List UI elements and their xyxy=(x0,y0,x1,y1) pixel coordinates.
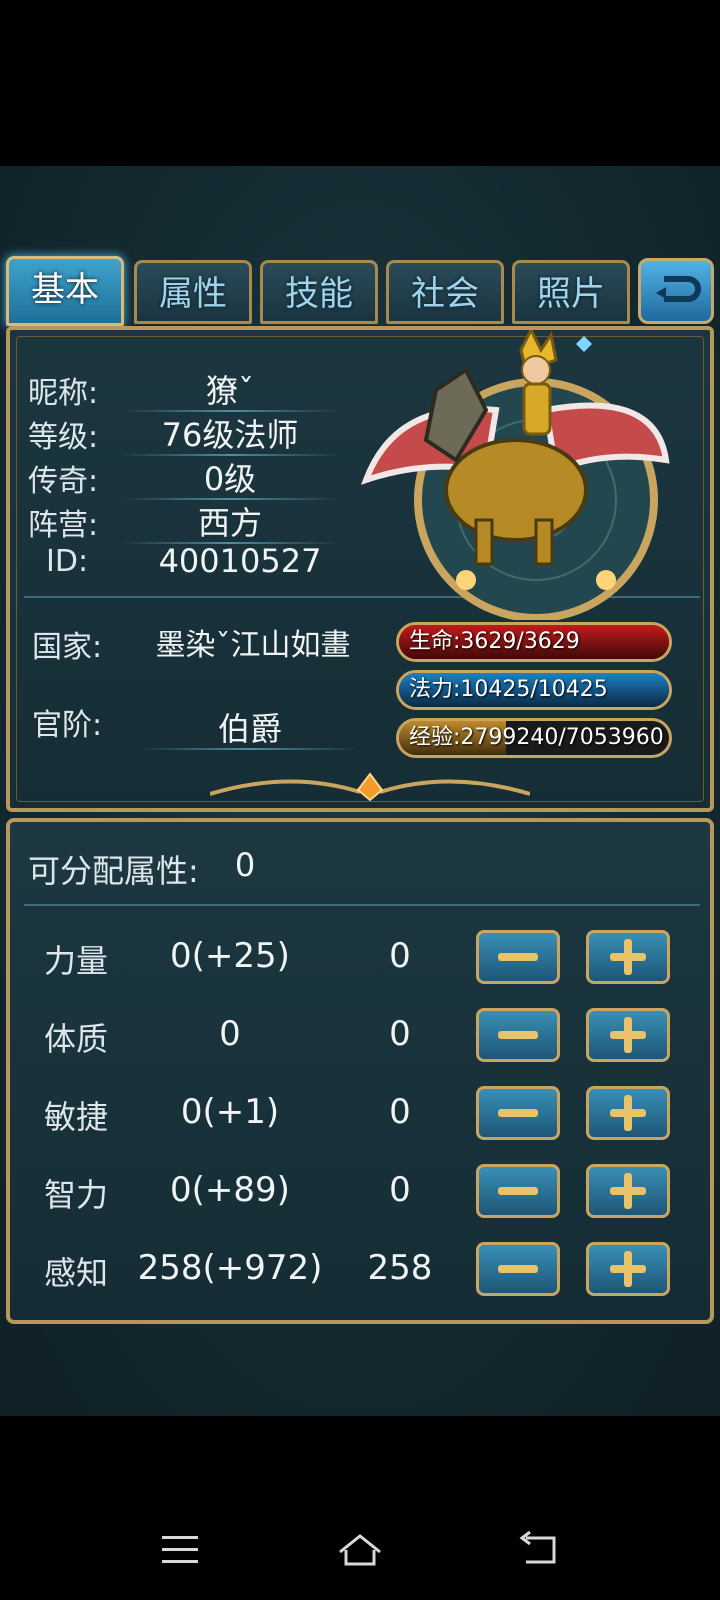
nickname-label: 昵称: xyxy=(28,376,99,411)
minus-icon xyxy=(498,953,538,961)
legend-label: 传奇: xyxy=(28,464,99,499)
attr-row-intelligence: 智力 0(+89) 0 xyxy=(10,1162,710,1222)
attr-row-constitution: 体质 0 0 xyxy=(10,1006,710,1066)
hp-text: 生命:3629/3629 xyxy=(409,629,580,654)
plus-icon xyxy=(610,939,646,975)
increase-button[interactable] xyxy=(586,930,670,984)
mp-text: 法力:10425/10425 xyxy=(409,677,608,702)
plus-icon xyxy=(610,1017,646,1053)
plus-icon xyxy=(610,1095,646,1131)
menu-icon[interactable] xyxy=(150,1520,210,1580)
decrease-button[interactable] xyxy=(476,930,560,984)
tab-bar: 基本 属性 技能 社会 照片 xyxy=(6,256,714,330)
nickname-value: 獠ˇ xyxy=(205,372,254,410)
attribute-allocation-panel: 可分配属性: 0 力量 0(+25) 0 体质 0 0 敏捷 0(+1) 0 智… xyxy=(6,818,714,1324)
attr-base: 0(+1) xyxy=(180,1092,280,1132)
plus-icon xyxy=(610,1251,646,1287)
character-portrait xyxy=(360,330,670,620)
increase-button[interactable] xyxy=(586,1008,670,1062)
attr-base: 0(+25) xyxy=(170,936,290,976)
attr-name: 智力 xyxy=(44,1176,109,1214)
attr-added: 0 xyxy=(389,936,411,976)
attr-name: 力量 xyxy=(44,942,109,980)
exp-bar: 经验:2799240/7053960 xyxy=(396,718,672,758)
tab-photos[interactable]: 照片 xyxy=(512,260,630,324)
level-value: 76级法师 xyxy=(161,416,299,454)
decrease-button[interactable] xyxy=(476,1164,560,1218)
increase-button[interactable] xyxy=(586,1164,670,1218)
plus-icon xyxy=(610,1173,646,1209)
attr-row-strength: 力量 0(+25) 0 xyxy=(10,928,710,988)
attr-added: 0 xyxy=(389,1092,411,1132)
level-label: 等级: xyxy=(28,420,99,455)
attr-name: 感知 xyxy=(44,1254,109,1292)
camp-value: 西方 xyxy=(197,504,262,542)
attr-row-perception: 感知 258(+972) 258 xyxy=(10,1240,710,1300)
camp-label: 阵营: xyxy=(28,508,99,543)
game-screen: 基本 属性 技能 社会 照片 昵称: 獠ˇ 等级: 76级法师 传奇: 0级 阵… xyxy=(0,166,720,1416)
attr-name: 敏捷 xyxy=(44,1098,109,1136)
rank-label: 官阶: xyxy=(32,708,103,743)
attr-added: 258 xyxy=(367,1248,433,1288)
points-value: 0 xyxy=(234,846,256,884)
minus-icon xyxy=(498,1109,538,1117)
attr-base: 0(+89) xyxy=(170,1170,290,1210)
country-value: 墨染ˇ江山如畫 xyxy=(155,628,351,663)
attr-name: 体质 xyxy=(44,1020,109,1058)
mp-bar: 法力:10425/10425 xyxy=(396,670,672,710)
tab-social[interactable]: 社会 xyxy=(386,260,504,324)
points-label: 可分配属性: xyxy=(28,852,199,890)
minus-icon xyxy=(498,1265,538,1273)
minus-icon xyxy=(498,1031,538,1039)
id-value: 40010527 xyxy=(158,542,322,580)
rank-value: 伯爵 xyxy=(217,710,282,748)
legend-value: 0级 xyxy=(203,460,257,498)
country-label: 国家: xyxy=(32,630,103,665)
decrease-button[interactable] xyxy=(476,1242,560,1296)
ornament-divider xyxy=(210,772,530,802)
attr-added: 0 xyxy=(389,1014,411,1054)
exp-text: 经验:2799240/7053960 xyxy=(409,725,664,750)
tab-attributes[interactable]: 属性 xyxy=(134,260,252,324)
attr-added: 0 xyxy=(389,1170,411,1210)
back-button[interactable] xyxy=(638,258,714,324)
attr-base: 0 xyxy=(219,1014,241,1054)
increase-button[interactable] xyxy=(586,1086,670,1140)
tab-skills[interactable]: 技能 xyxy=(260,260,378,324)
decrease-button[interactable] xyxy=(476,1086,560,1140)
hp-bar: 生命:3629/3629 xyxy=(396,622,672,662)
home-icon[interactable] xyxy=(330,1520,390,1580)
tab-basic[interactable]: 基本 xyxy=(6,256,124,326)
system-nav-bar xyxy=(0,1500,720,1600)
minus-icon xyxy=(498,1187,538,1195)
attr-row-agility: 敏捷 0(+1) 0 xyxy=(10,1084,710,1144)
increase-button[interactable] xyxy=(586,1242,670,1296)
decrease-button[interactable] xyxy=(476,1008,560,1062)
back-icon[interactable] xyxy=(510,1520,570,1580)
id-label: ID: xyxy=(46,544,89,579)
attr-base: 258(+972) xyxy=(137,1248,323,1288)
return-arrow-icon xyxy=(656,276,701,302)
